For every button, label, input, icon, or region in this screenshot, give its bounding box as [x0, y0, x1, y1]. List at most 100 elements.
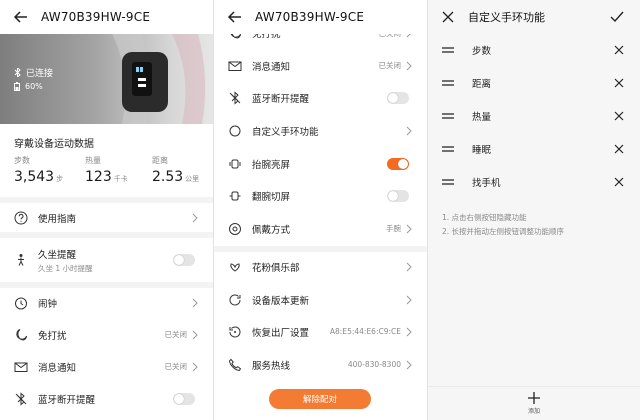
row-value: 已关闭 [164, 330, 188, 339]
remove-icon[interactable] [614, 45, 624, 55]
function-label: 步数 [472, 45, 492, 57]
row-service-hotline[interactable]: 服务热线 400-830-8300 [214, 350, 427, 379]
chevron-right-icon [192, 298, 198, 307]
sedentary-toggle[interactable] [173, 254, 195, 266]
back-arrow-icon[interactable] [13, 9, 29, 25]
row-label: 恢复出厂设置 [252, 327, 310, 339]
connection-status-text: 已连接 [26, 69, 54, 79]
connection-status: 已连接 [14, 66, 53, 79]
row-label: 花粉俱乐部 [252, 262, 300, 274]
chevron-right-icon [192, 330, 198, 339]
row-guide[interactable]: 使用指南 [0, 203, 213, 232]
instruction-line: 1. 点击右侧按钮隐藏功能 [442, 213, 527, 222]
function-item[interactable]: 步数 [428, 33, 640, 66]
row-label: 抬腕亮屏 [252, 159, 291, 171]
device-title: AW70B39HW-9CE [255, 10, 365, 24]
function-item[interactable]: 找手机 [428, 165, 640, 198]
drag-handle-icon[interactable] [442, 46, 454, 54]
wear-icon [229, 222, 241, 235]
unpair-button[interactable]: 解除配对 [269, 389, 371, 409]
chevron-right-icon [406, 262, 412, 271]
battery-icon [14, 82, 20, 91]
device-title: AW70B39HW-9CE [41, 10, 151, 24]
stat-label: 步数 [14, 156, 30, 165]
sport-data-title: 穿戴设备运动数据 [14, 139, 94, 150]
row-label: 闹钟 [38, 298, 58, 310]
function-label: 距离 [472, 78, 492, 90]
flip-switch-toggle[interactable] [387, 189, 409, 202]
row-label: 使用指南 [38, 213, 77, 225]
function-item[interactable]: 热量 [428, 99, 640, 132]
chevron-right-icon [406, 61, 412, 70]
plus-icon [528, 392, 540, 404]
header: 自定义手环功能 [428, 0, 640, 34]
stat-calories: 热量 123 千卡 [85, 155, 128, 185]
drag-handle-icon[interactable] [442, 145, 454, 153]
chevron-right-icon [192, 362, 198, 371]
remove-icon[interactable] [614, 111, 624, 121]
row-message[interactable]: 消息通知 已关闭 [0, 352, 213, 381]
instruction-line: 2. 长按并拖动左侧按钮调整功能顺序 [442, 227, 565, 236]
device-settings-scrolled-panel: 免打扰 已关闭 AW70B39HW-9CE 消息通知 已关闭 蓝牙断开提醒 自定… [214, 0, 427, 420]
function-item[interactable]: 距离 [428, 66, 640, 99]
chevron-right-icon [406, 126, 412, 135]
close-icon[interactable] [442, 11, 454, 23]
remove-icon[interactable] [614, 144, 624, 154]
row-label: 翻腕切屏 [252, 191, 291, 203]
function-label: 找手机 [472, 177, 501, 189]
row-label: 自定义手环功能 [252, 126, 319, 138]
row-value: 手腕 [386, 224, 401, 233]
row-raise-wake[interactable]: 抬腕亮屏 [214, 149, 427, 178]
row-wear-mode[interactable]: 佩戴方式 手腕 [214, 214, 427, 243]
function-label: 睡眠 [472, 144, 492, 156]
device-hero-banner: 已连接 60% [0, 34, 213, 124]
row-flip-switch[interactable]: 翻腕切屏 [214, 181, 427, 210]
stat-distance: 距离 2.53 公里 [152, 155, 199, 185]
drag-handle-icon[interactable] [442, 112, 454, 120]
add-button[interactable]: 添加 [524, 392, 544, 416]
flip-wrist-icon [229, 191, 241, 200]
remove-icon[interactable] [614, 177, 624, 187]
row-bt-disconnect[interactable]: 蓝牙断开提醒 [0, 384, 213, 413]
drag-handle-icon[interactable] [442, 178, 454, 186]
raise-wake-toggle[interactable] [387, 157, 409, 170]
row-factory-reset[interactable]: 恢复出厂设置 A8:E5:44:E6:C9:CE [214, 317, 427, 346]
update-icon [229, 293, 241, 305]
stat-value: 123 [85, 169, 112, 185]
back-arrow-icon[interactable] [227, 9, 243, 25]
bt-disconnect-toggle[interactable] [173, 392, 195, 405]
row-sedentary[interactable]: 久坐提醒 久坐 1 小时提醒 [0, 238, 213, 282]
stat-label: 热量 [85, 156, 101, 165]
battery-text: 60% [25, 82, 43, 91]
help-icon [14, 211, 28, 224]
stat-steps: 步数 3,543 步 [14, 155, 63, 185]
row-value: 已关闭 [378, 61, 402, 70]
row-alarm[interactable]: 闹钟 [0, 288, 213, 317]
function-item[interactable]: 睡眠 [428, 132, 640, 165]
row-label: 佩戴方式 [252, 224, 291, 236]
row-fan-club[interactable]: 花粉俱乐部 [214, 252, 427, 281]
bluetooth-off-icon [229, 90, 241, 105]
row-value: A8:E5:44:E6:C9:CE [329, 327, 401, 336]
stat-label: 距离 [152, 156, 168, 165]
stat-value: 3,543 [14, 169, 55, 185]
remove-icon[interactable] [614, 78, 624, 88]
drag-handle-icon[interactable] [442, 79, 454, 87]
row-firmware-update[interactable]: 设备版本更新 [214, 285, 427, 314]
stat-unit: 步 [56, 175, 64, 183]
bt-disconnect-toggle[interactable] [387, 91, 409, 104]
bottom-bar: 添加 [428, 386, 640, 420]
row-dnd[interactable]: 免打扰 已关闭 [0, 320, 213, 349]
stat-unit: 千卡 [113, 175, 128, 183]
chevron-right-icon [406, 327, 412, 336]
phone-icon [228, 358, 242, 371]
header: AW70B39HW-9CE [0, 0, 213, 34]
header: AW70B39HW-9CE [214, 0, 427, 34]
row-bt-disconnect[interactable]: 蓝牙断开提醒 [214, 83, 427, 112]
row-value: 已关闭 [164, 362, 188, 371]
row-message[interactable]: 消息通知 已关闭 [214, 51, 427, 80]
alarm-icon [15, 297, 27, 309]
check-icon[interactable] [610, 11, 624, 23]
row-label: 蓝牙断开提醒 [38, 394, 96, 406]
row-custom-functions[interactable]: 自定义手环功能 [214, 116, 427, 145]
